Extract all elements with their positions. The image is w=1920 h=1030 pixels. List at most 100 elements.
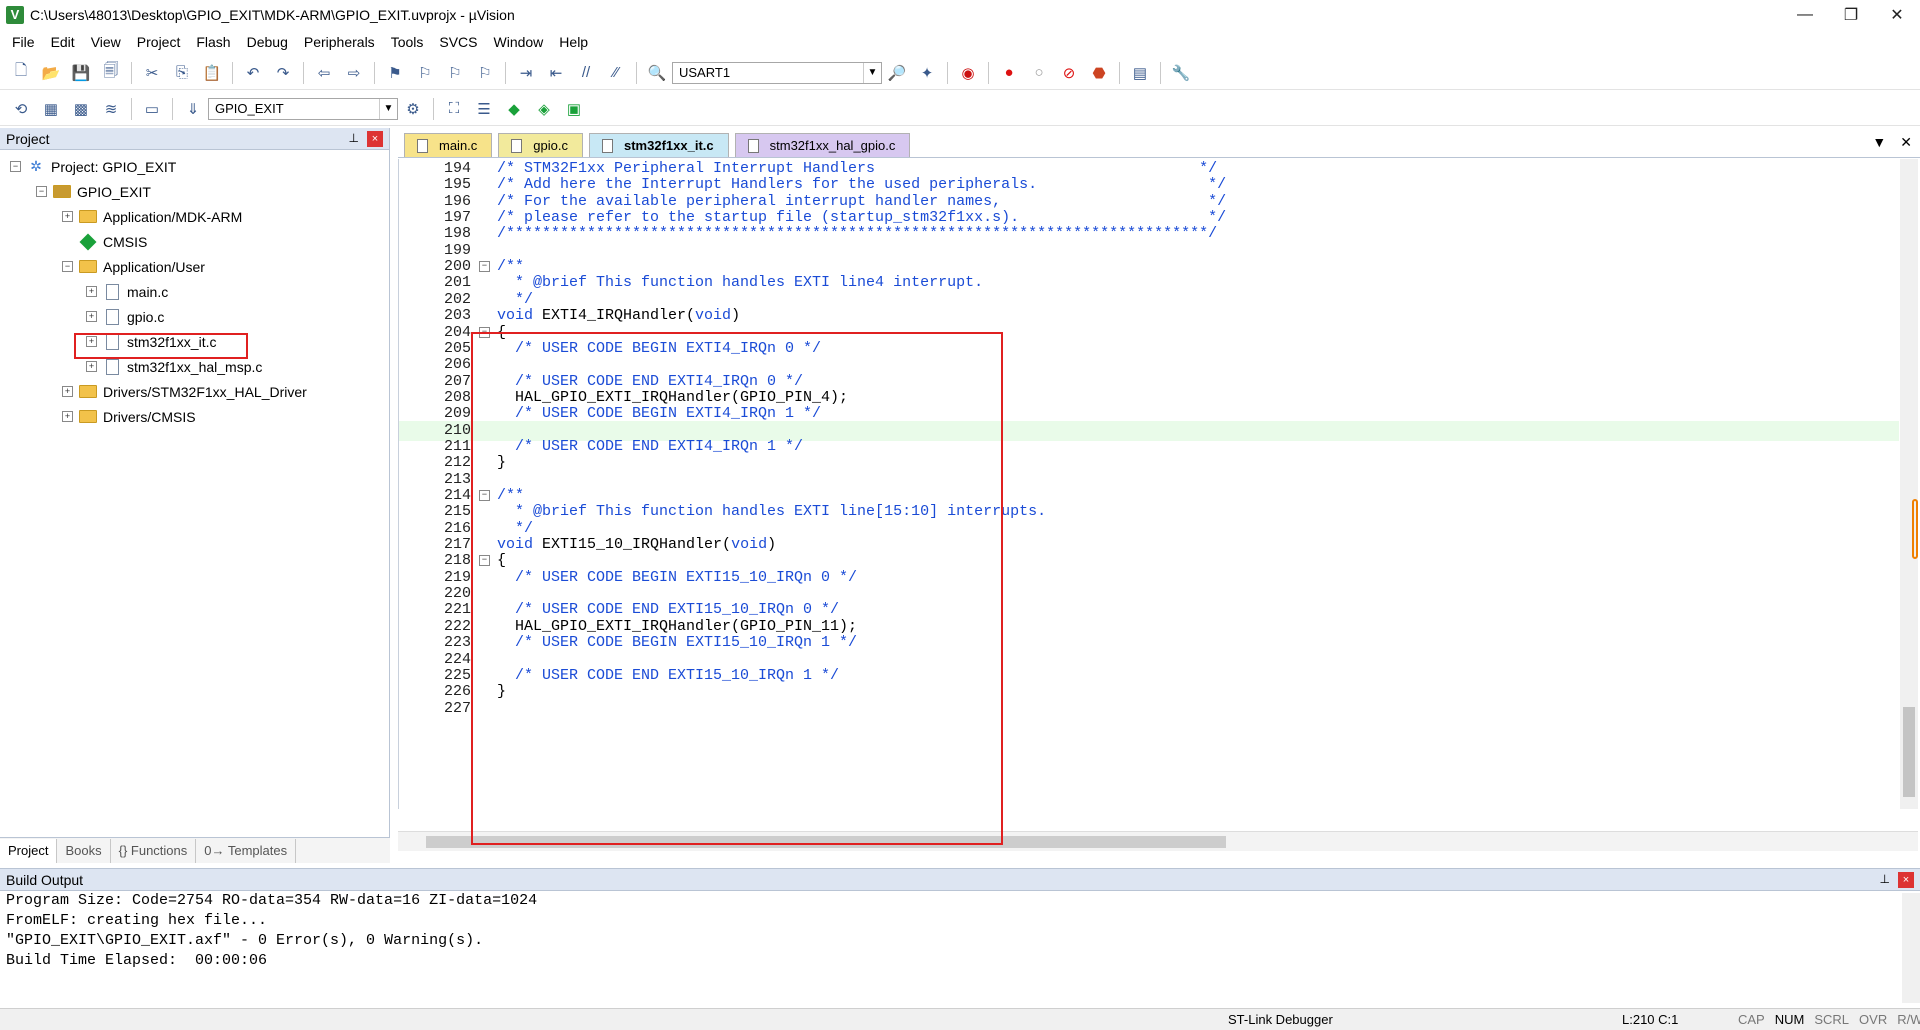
fold-toggle-icon[interactable]: −	[479, 326, 490, 338]
tree-item-group[interactable]: + Application/MDK-ARM	[0, 204, 389, 229]
tree-item-group[interactable]: + Drivers/CMSIS	[0, 404, 389, 429]
tree-item-file[interactable]: + main.c	[0, 279, 389, 304]
menu-svcs[interactable]: SVCS	[431, 30, 485, 54]
kill-all-breakpoints-icon[interactable]: ⬣	[1088, 62, 1110, 84]
menu-file[interactable]: File	[4, 30, 43, 54]
rebuild-icon[interactable]: ▩	[70, 98, 92, 120]
scrollbar-thumb[interactable]	[1903, 707, 1915, 797]
tree-item-group[interactable]: − Application/User	[0, 254, 389, 279]
tree-item-file[interactable]: + gpio.c	[0, 304, 389, 329]
redo-icon[interactable]: ↷	[272, 62, 294, 84]
manage-project-icon[interactable]: ⛶	[443, 98, 465, 120]
code-line[interactable]: 227	[399, 699, 1899, 719]
close-icon[interactable]: ×	[1898, 872, 1914, 888]
cut-icon[interactable]: ✂	[141, 62, 163, 84]
menu-flash[interactable]: Flash	[188, 30, 238, 54]
download-icon[interactable]: ⇓	[182, 98, 204, 120]
menu-peripherals[interactable]: Peripherals	[296, 30, 383, 54]
vertical-scrollbar[interactable]	[1902, 893, 1920, 1003]
restore-button[interactable]: ❐	[1828, 0, 1874, 30]
close-tab-icon[interactable]: ✕	[1900, 134, 1912, 151]
debug-session-icon[interactable]: ◉	[957, 62, 979, 84]
disable-all-breakpoints-icon[interactable]: ⊘	[1058, 62, 1080, 84]
menu-debug[interactable]: Debug	[239, 30, 296, 54]
scrollbar-thumb[interactable]	[426, 836, 1226, 848]
comment-icon[interactable]: //	[575, 62, 597, 84]
window-layout-icon[interactable]: ▤	[1129, 62, 1151, 84]
batch-build-icon[interactable]: ≋	[100, 98, 122, 120]
menu-view[interactable]: View	[83, 30, 129, 54]
next-bookmark-icon[interactable]: ⚐	[444, 62, 466, 84]
target-options-icon[interactable]: ⚙	[402, 98, 424, 120]
expand-toggle-icon[interactable]: +	[62, 386, 73, 397]
menu-tools[interactable]: Tools	[383, 30, 432, 54]
tree-item-target[interactable]: − GPIO_EXIT	[0, 179, 389, 204]
prev-bookmark-icon[interactable]: ⚐	[414, 62, 436, 84]
fold-toggle-icon[interactable]: −	[479, 490, 490, 501]
expand-toggle-icon[interactable]: +	[86, 286, 97, 297]
pin-icon[interactable]: ⊥	[1880, 872, 1890, 886]
menu-help[interactable]: Help	[551, 30, 596, 54]
undo-icon[interactable]: ↶	[242, 62, 264, 84]
collapse-toggle-icon[interactable]: −	[62, 261, 73, 272]
unindent-icon[interactable]: ⇤	[545, 62, 567, 84]
menu-window[interactable]: Window	[486, 30, 552, 54]
breakpoint-icon[interactable]: ●	[998, 62, 1020, 84]
copy-icon[interactable]: ⎘	[171, 62, 193, 84]
target-combo[interactable]: GPIO_EXIT ▼	[208, 97, 398, 120]
disable-breakpoint-icon[interactable]: ○	[1028, 62, 1050, 84]
tab-books[interactable]: Books	[57, 838, 111, 863]
menu-edit[interactable]: Edit	[43, 30, 83, 54]
horizontal-scrollbar[interactable]	[398, 831, 1918, 851]
run-time-env-icon[interactable]: ◆	[503, 98, 525, 120]
pin-icon[interactable]: ⊥	[349, 131, 359, 145]
tab-stm32f1xx-hal-gpio-c[interactable]: stm32f1xx_hal_gpio.c	[734, 133, 911, 157]
expand-toggle-icon[interactable]: +	[62, 211, 73, 222]
menu-project[interactable]: Project	[129, 30, 189, 54]
find-combo[interactable]: USART1 ▼	[672, 61, 882, 84]
clear-bookmarks-icon[interactable]: ⚐	[474, 62, 496, 84]
collapse-toggle-icon[interactable]: −	[36, 186, 47, 197]
code-editor[interactable]: 194/* STM32F1xx Peripheral Interrupt Han…	[398, 159, 1920, 809]
tree-item-project[interactable]: − ✲ Project: GPIO_EXIT	[0, 154, 389, 179]
save-icon[interactable]: 💾	[70, 62, 92, 84]
minimize-button[interactable]: —	[1782, 0, 1828, 30]
incremental-find-icon[interactable]: ✦	[916, 62, 938, 84]
chevron-down-icon[interactable]: ▼	[379, 98, 397, 119]
tree-item-group[interactable]: + Drivers/STM32F1xx_HAL_Driver	[0, 379, 389, 404]
vertical-scrollbar[interactable]	[1900, 159, 1918, 809]
fold-toggle-icon[interactable]: −	[479, 261, 490, 273]
nav-forward-icon[interactable]: ⇨	[343, 62, 365, 84]
open-file-icon[interactable]: 📂	[40, 62, 62, 84]
stop-build-icon[interactable]: ▭	[141, 98, 163, 120]
find-in-files-icon[interactable]: 🔍	[646, 62, 668, 84]
indent-icon[interactable]: ⇥	[515, 62, 537, 84]
close-window-button[interactable]: ✕	[1874, 0, 1920, 30]
nav-back-icon[interactable]: ⇦	[313, 62, 335, 84]
expand-toggle-icon[interactable]: +	[86, 361, 97, 372]
tab-list-icon[interactable]: ▼	[1872, 134, 1886, 151]
build-icon[interactable]: ▦	[40, 98, 62, 120]
tab-stm32f1xx-it-c[interactable]: stm32f1xx_it.c	[589, 133, 729, 157]
uncomment-icon[interactable]: ⁄⁄	[605, 62, 627, 84]
pack-installer-icon[interactable]: ▣	[563, 98, 585, 120]
tab-functions[interactable]: {} Functions	[111, 838, 197, 863]
bookmark-icon[interactable]: ⚑	[384, 62, 406, 84]
expand-toggle-icon[interactable]: +	[86, 311, 97, 322]
find-icon[interactable]: 🔎	[886, 62, 908, 84]
tab-templates[interactable]: 0→ Templates	[196, 838, 297, 863]
close-icon[interactable]: ×	[367, 131, 383, 147]
translate-icon[interactable]: ⟲	[10, 98, 32, 120]
collapse-toggle-icon[interactable]: −	[10, 161, 21, 172]
tree-item-cmsis[interactable]: CMSIS	[0, 229, 389, 254]
tab-main-c[interactable]: main.c	[404, 133, 493, 157]
select-packs-icon[interactable]: ◈	[533, 98, 555, 120]
configure-icon[interactable]: 🔧	[1170, 62, 1192, 84]
paste-icon[interactable]: 📋	[201, 62, 223, 84]
tab-gpio-c[interactable]: gpio.c	[498, 133, 583, 157]
fold-toggle-icon[interactable]: −	[479, 555, 490, 567]
save-all-icon[interactable]: 🗐	[100, 62, 122, 84]
tab-project[interactable]: Project	[0, 838, 58, 863]
new-file-icon[interactable]: 🗋	[10, 62, 32, 84]
expand-toggle-icon[interactable]: +	[62, 411, 73, 422]
